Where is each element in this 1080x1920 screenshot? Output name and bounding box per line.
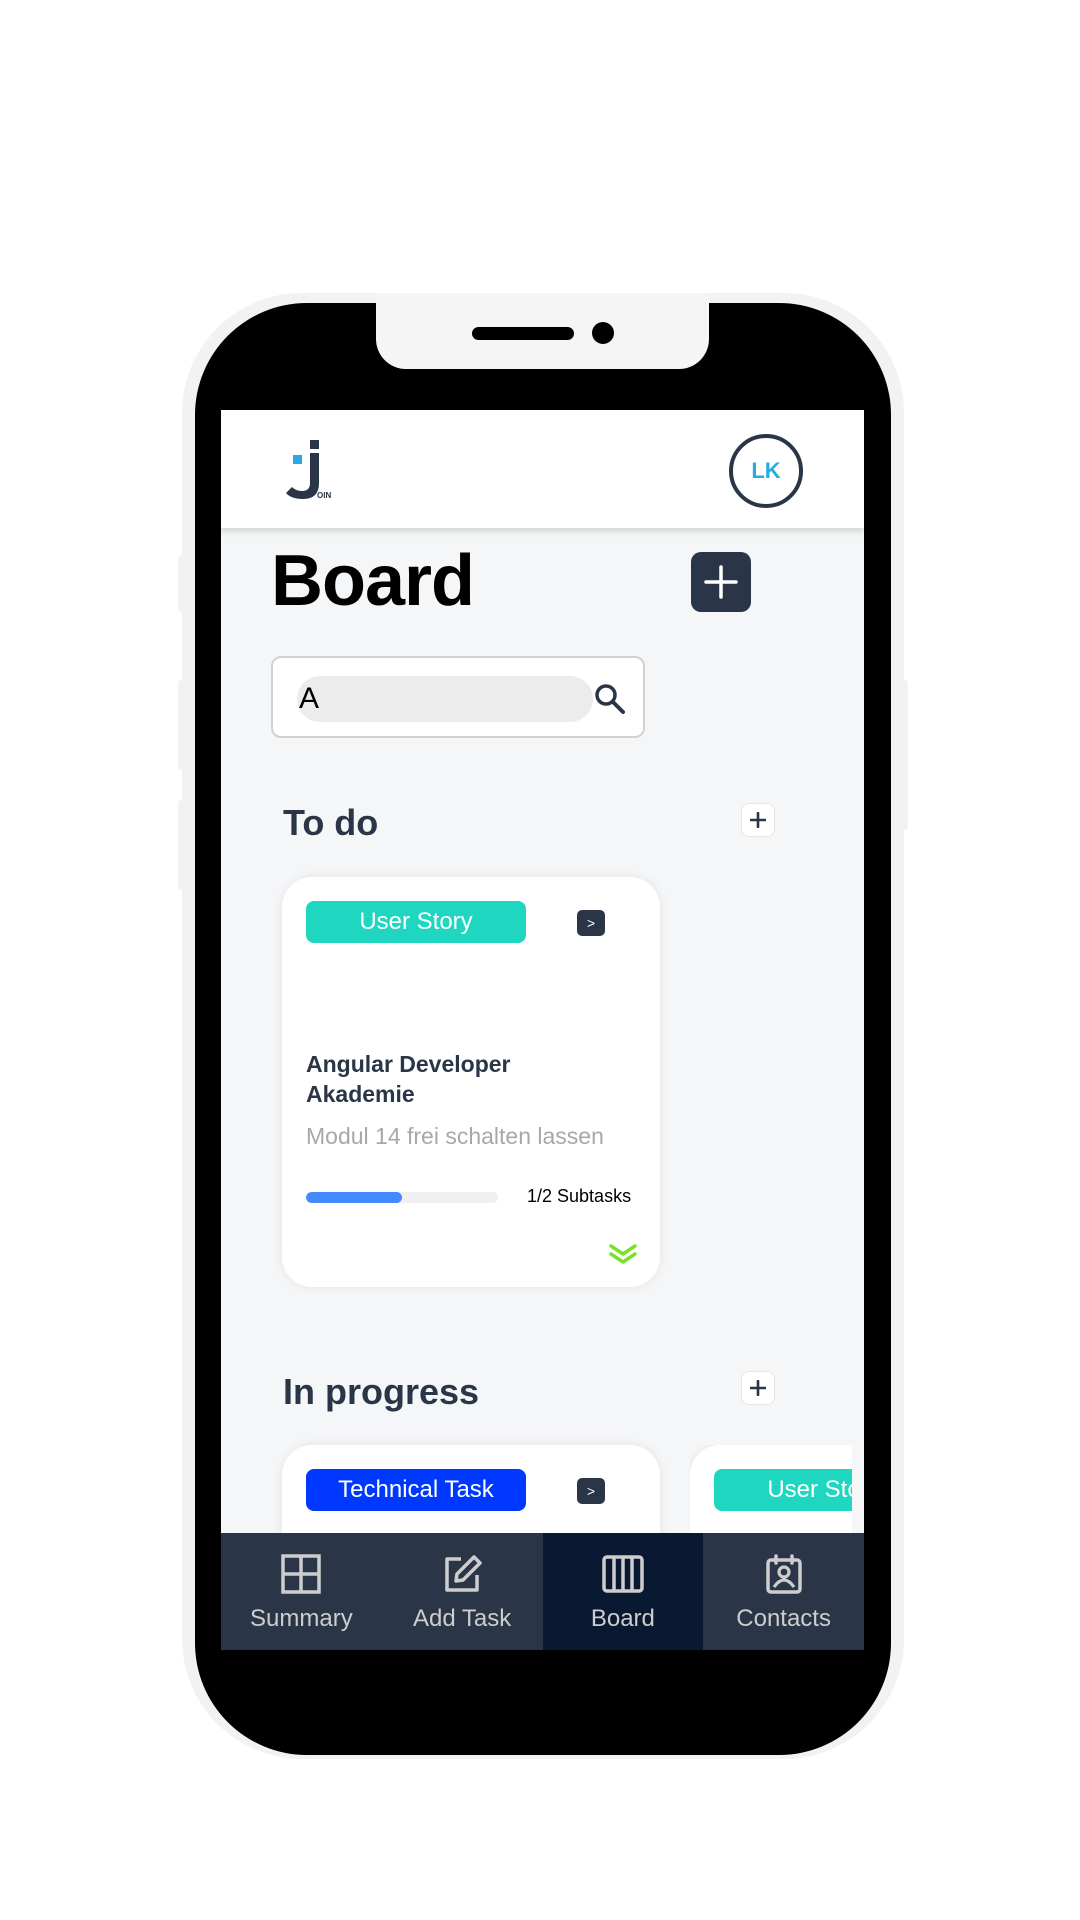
phone-camera [592, 322, 614, 344]
top-bar: OIN LK [221, 410, 864, 528]
phone-speaker [472, 327, 574, 340]
search-box [271, 656, 645, 738]
nav-item-summary[interactable]: Summary [221, 1533, 382, 1650]
board-icon [602, 1555, 644, 1593]
category-tag: User Story [306, 901, 526, 943]
search-icon[interactable] [593, 682, 627, 716]
contacts-icon [765, 1554, 802, 1594]
category-tag: User Story [714, 1469, 852, 1511]
nav-label: Add Task [412, 1605, 512, 1632]
subtask-progress-bar [306, 1192, 498, 1203]
subtask-count: 1/2 Subtasks [527, 1186, 632, 1206]
nav-label: Board [590, 1605, 655, 1632]
nav-item-add-task[interactable]: Add Task [382, 1533, 543, 1650]
phone-side-button [178, 800, 186, 890]
column-title-todo: To do [283, 802, 379, 843]
plus-icon [750, 812, 766, 828]
plus-icon [750, 1380, 766, 1396]
nav-label: Contacts [736, 1605, 831, 1632]
page-title: Board [271, 541, 475, 621]
add-todo-button[interactable] [741, 803, 775, 837]
bottom-nav: Summary Add Task Board Contacts [221, 1533, 864, 1650]
subtask-progress-fill [306, 1192, 402, 1203]
search-input[interactable] [297, 676, 593, 722]
category-tag: Technical Task [306, 1469, 526, 1511]
card-description: Modul 14 frei schalten lassen [306, 1123, 604, 1149]
add-task-icon [445, 1555, 482, 1592]
nav-item-contacts[interactable]: Contacts [703, 1533, 864, 1650]
add-task-button[interactable] [691, 552, 751, 612]
summary-icon [281, 1554, 322, 1594]
move-card-button[interactable]: > [577, 910, 605, 936]
plus-icon [704, 565, 738, 599]
move-card-button[interactable]: > [577, 1478, 605, 1504]
join-logo: OIN [286, 440, 331, 500]
user-avatar[interactable]: LK [729, 434, 803, 508]
phone-side-button [178, 680, 186, 770]
add-in-progress-button[interactable] [741, 1371, 775, 1405]
nav-label: Summary [250, 1605, 353, 1632]
logo-text: OIN [317, 491, 331, 500]
card-title: Angular Developer Akademie [306, 1051, 511, 1107]
task-card[interactable]: User Story > Angular Developer Akademie … [282, 877, 660, 1287]
column-title-in-progress: In progress [283, 1371, 480, 1412]
phone-side-button [900, 680, 908, 830]
app-screen: OIN LK Board To do User Story > Angular … [221, 410, 864, 1650]
nav-item-board[interactable]: Board [542, 1533, 704, 1650]
phone-side-button [178, 556, 186, 612]
low-priority-icon [609, 1244, 637, 1264]
